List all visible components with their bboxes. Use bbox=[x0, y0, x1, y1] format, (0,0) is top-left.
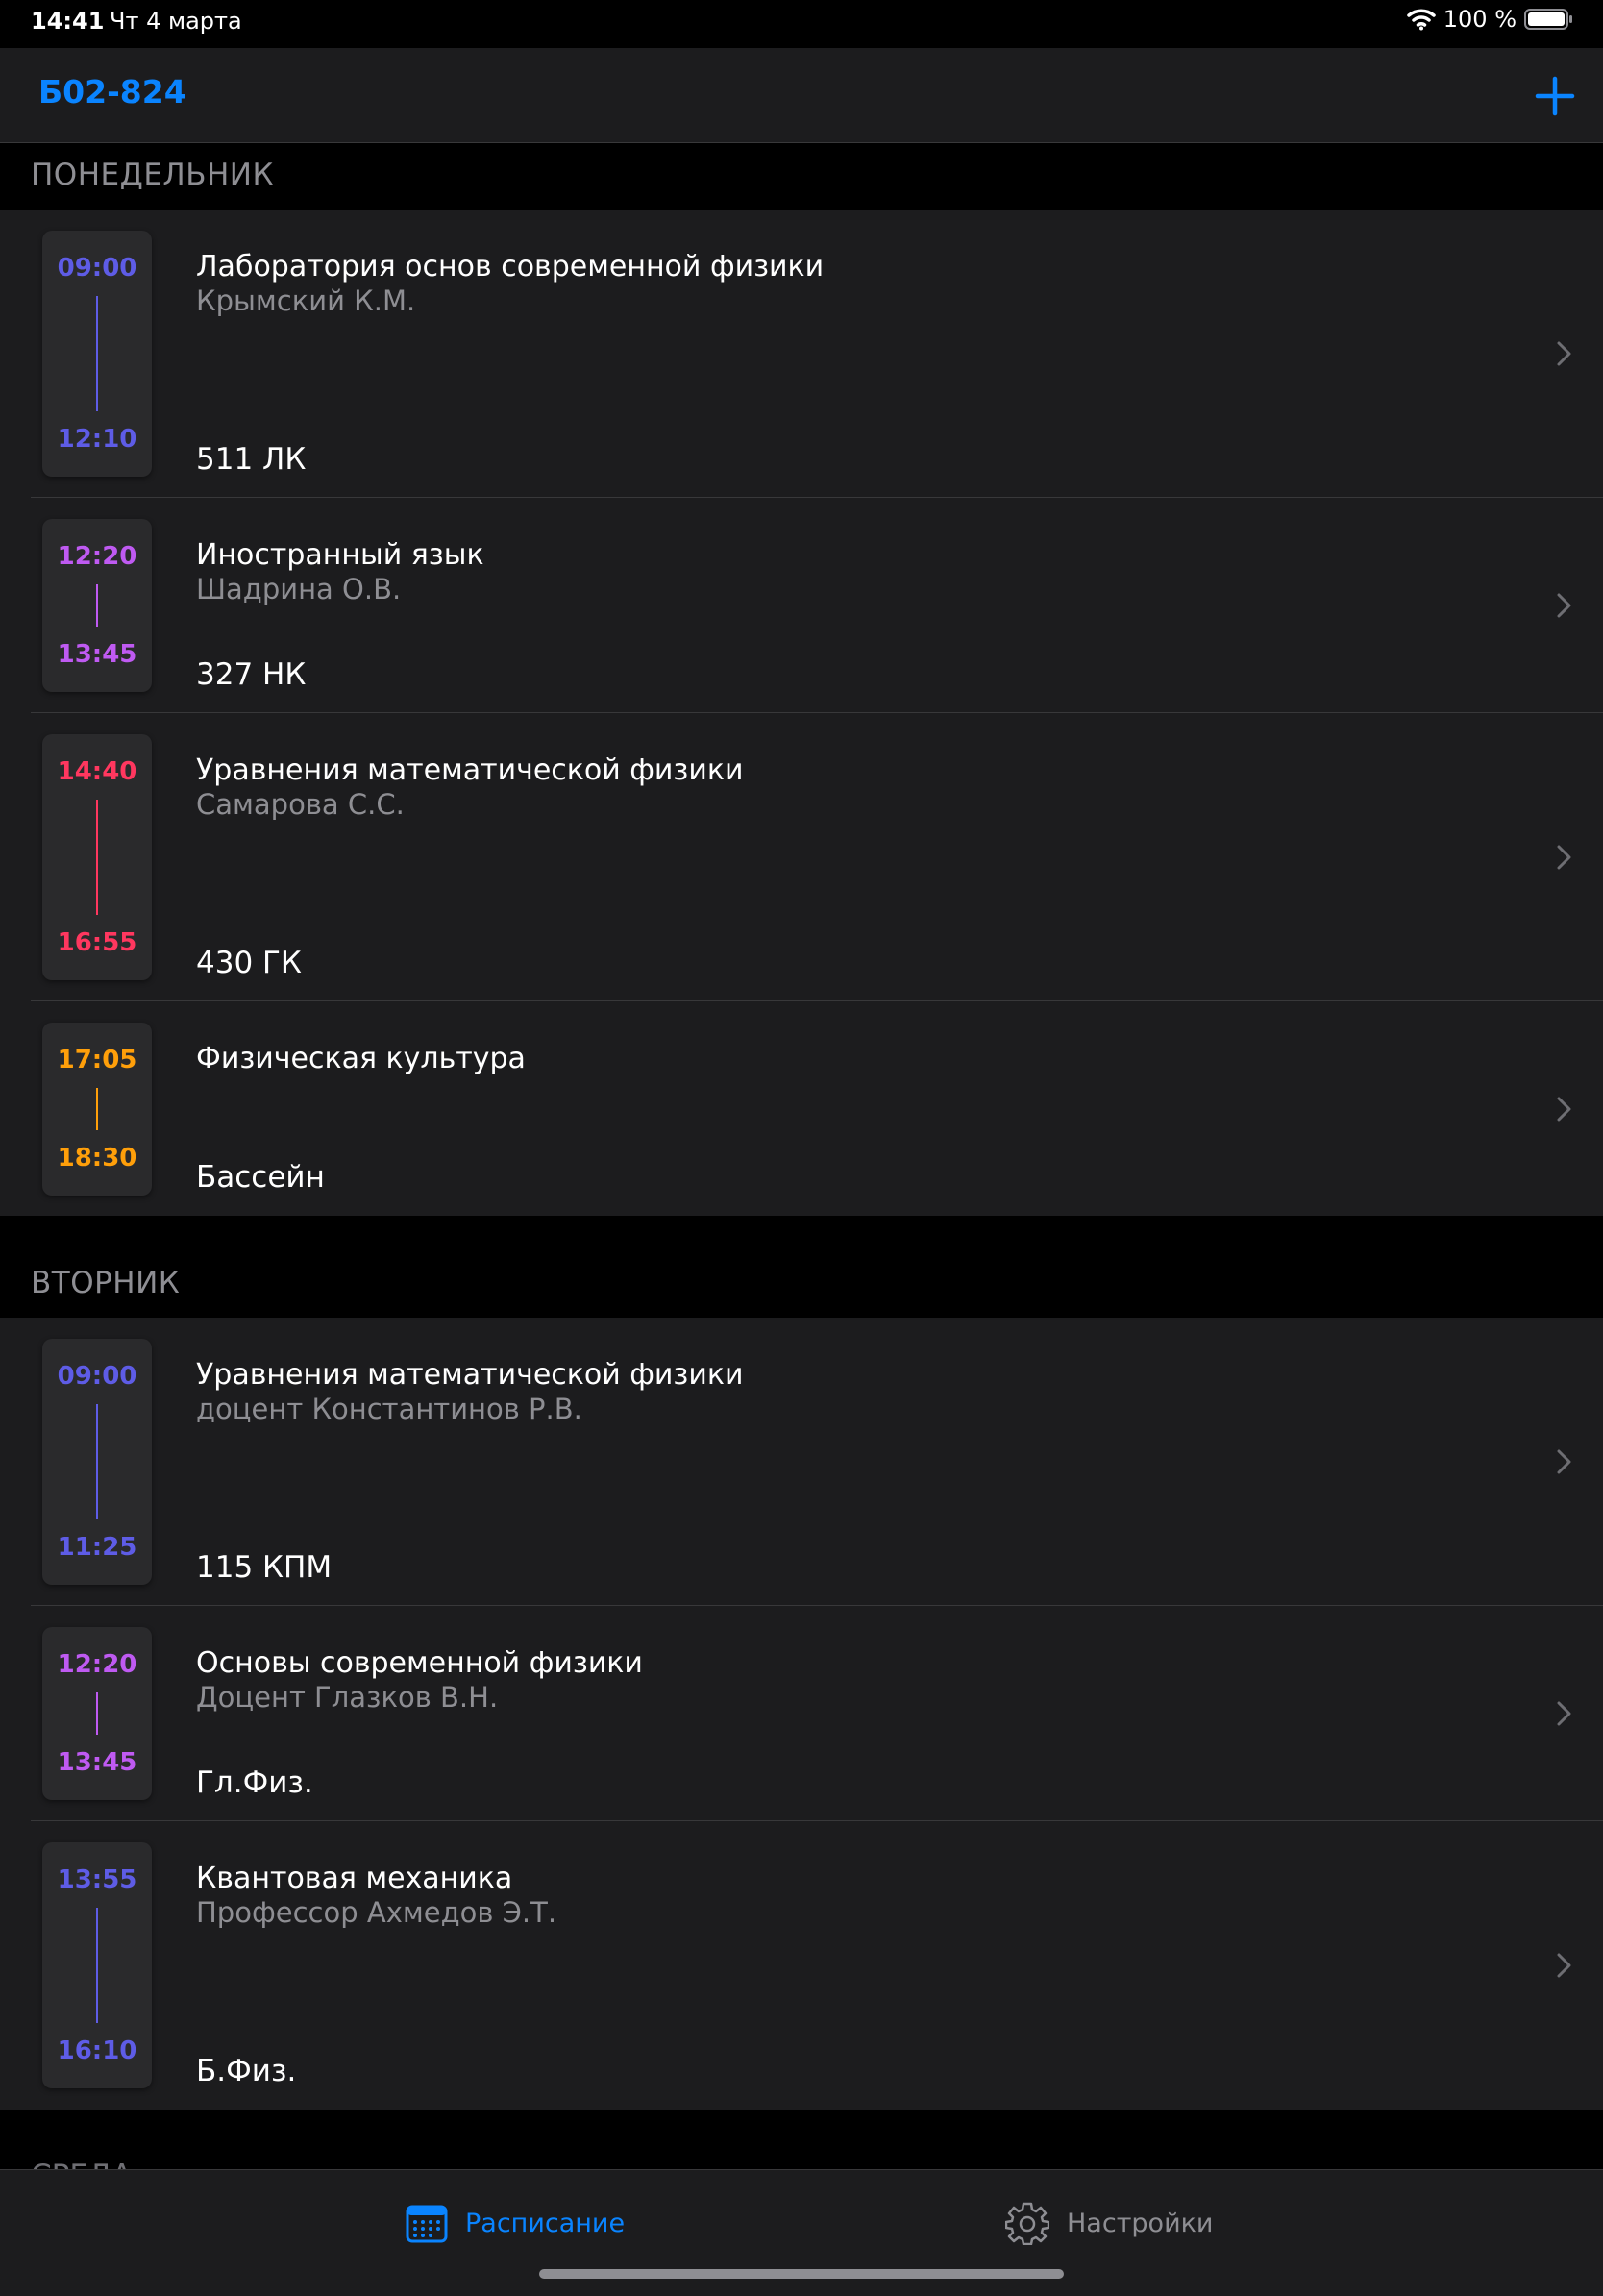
section-header-monday: ПОНЕДЕЛЬНИК bbox=[31, 158, 275, 192]
battery-percent: 100 % bbox=[1443, 6, 1517, 33]
start-time: 17:05 bbox=[57, 1046, 137, 1074]
tab-settings[interactable]: Настройки bbox=[1005, 2199, 1213, 2247]
chevron-right-icon bbox=[1557, 1953, 1571, 1978]
lesson-list-monday: 09:00 12:10 Лаборатория основ современно… bbox=[0, 210, 1603, 1216]
start-time: 14:40 bbox=[57, 757, 137, 786]
lesson-row[interactable]: 13:55 16:10 Квантовая механика Профессор… bbox=[0, 1821, 1603, 2110]
end-time: 18:30 bbox=[57, 1144, 137, 1173]
lesson-teacher: Профессор Ахмедов Э.Т. bbox=[196, 1896, 557, 1929]
time-card: 12:20 13:45 bbox=[42, 1627, 152, 1800]
start-time: 12:20 bbox=[57, 542, 137, 571]
lesson-subject: Иностранный язык bbox=[196, 538, 484, 572]
end-time: 16:55 bbox=[57, 928, 137, 957]
time-range-line bbox=[96, 1908, 98, 2023]
status-time: 14:41 bbox=[31, 8, 105, 35]
lesson-room: 327 НК bbox=[196, 657, 307, 692]
time-range-line bbox=[96, 584, 98, 627]
navigation-bar: Б02-824 bbox=[0, 48, 1603, 143]
section-header-tuesday: ВТОРНИК bbox=[31, 1266, 181, 1300]
end-time: 13:45 bbox=[57, 640, 137, 669]
lesson-row[interactable]: 09:00 11:25 Уравнения математической физ… bbox=[0, 1318, 1603, 1606]
chevron-right-icon bbox=[1557, 845, 1571, 870]
start-time: 12:20 bbox=[57, 1650, 137, 1679]
lesson-subject: Квантовая механика bbox=[196, 1862, 513, 1895]
time-range-line bbox=[96, 800, 98, 915]
time-range-line bbox=[96, 1404, 98, 1519]
end-time: 11:25 bbox=[57, 1533, 137, 1562]
chevron-right-icon bbox=[1557, 1449, 1571, 1474]
chevron-right-icon bbox=[1557, 1097, 1571, 1121]
time-card: 13:55 16:10 bbox=[42, 1842, 152, 2088]
lesson-teacher: Самарова С.С. bbox=[196, 788, 405, 821]
chevron-right-icon bbox=[1557, 1701, 1571, 1726]
chevron-right-icon bbox=[1557, 593, 1571, 618]
home-indicator[interactable] bbox=[539, 2269, 1064, 2279]
tab-schedule[interactable]: Расписание bbox=[406, 2199, 625, 2247]
time-card: 12:20 13:45 bbox=[42, 519, 152, 692]
lesson-subject: Уравнения математической физики bbox=[196, 753, 744, 787]
tab-label: Настройки bbox=[1067, 2208, 1214, 2238]
time-card: 09:00 12:10 bbox=[42, 231, 152, 477]
chevron-right-icon bbox=[1557, 341, 1571, 366]
time-range-line bbox=[96, 1692, 98, 1735]
lesson-subject: Основы современной физики bbox=[196, 1646, 643, 1680]
lesson-room: 430 ГК bbox=[196, 946, 302, 980]
status-bar: 14:41 Чт 4 марта 100 % bbox=[0, 0, 1603, 48]
gear-icon bbox=[1005, 2202, 1049, 2245]
wifi-icon bbox=[1407, 9, 1436, 31]
end-time: 12:10 bbox=[57, 425, 137, 454]
lesson-room: Бассейн bbox=[196, 1160, 325, 1195]
end-time: 16:10 bbox=[57, 2037, 137, 2065]
lesson-room: 115 КПМ bbox=[196, 1550, 333, 1585]
lesson-teacher: Шадрина О.В. bbox=[196, 573, 402, 605]
battery-icon bbox=[1524, 9, 1572, 30]
lesson-row[interactable]: 12:20 13:45 Основы современной физики До… bbox=[0, 1606, 1603, 1821]
start-time: 09:00 bbox=[57, 1362, 137, 1391]
lesson-room: Гл.Физ. bbox=[196, 1765, 313, 1800]
lesson-room: Б.Физ. bbox=[196, 2054, 297, 2088]
status-date: Чт 4 марта bbox=[110, 8, 242, 35]
time-range-line bbox=[96, 296, 98, 411]
time-range-line bbox=[96, 1088, 98, 1130]
time-card: 09:00 11:25 bbox=[42, 1339, 152, 1585]
lesson-row[interactable]: 12:20 13:45 Иностранный язык Шадрина О.В… bbox=[0, 498, 1603, 713]
start-time: 09:00 bbox=[57, 254, 137, 283]
lesson-teacher: Крымский К.М. bbox=[196, 284, 416, 317]
start-time: 13:55 bbox=[57, 1865, 137, 1894]
end-time: 13:45 bbox=[57, 1748, 137, 1777]
lesson-row[interactable]: 09:00 12:10 Лаборатория основ современно… bbox=[0, 210, 1603, 498]
tab-label: Расписание bbox=[465, 2208, 626, 2238]
lesson-subject: Уравнения математической физики bbox=[196, 1358, 744, 1392]
lesson-list-tuesday: 09:00 11:25 Уравнения математической физ… bbox=[0, 1318, 1603, 2110]
time-card: 17:05 18:30 bbox=[42, 1023, 152, 1196]
lesson-row[interactable]: 14:40 16:55 Уравнения математической физ… bbox=[0, 713, 1603, 1001]
lesson-room: 511 ЛК bbox=[196, 442, 307, 477]
lesson-subject: Лаборатория основ современной физики bbox=[196, 250, 825, 284]
status-right: 100 % bbox=[1407, 6, 1574, 33]
add-icon[interactable] bbox=[1528, 69, 1582, 123]
lesson-teacher: Доцент Глазков В.Н. bbox=[196, 1681, 499, 1714]
lesson-row[interactable]: 17:05 18:30 Физическая культура Бассейн bbox=[0, 1001, 1603, 1216]
group-title[interactable]: Б02-824 bbox=[38, 73, 186, 111]
lesson-teacher: доцент Константинов Р.В. bbox=[196, 1393, 582, 1425]
calendar-icon bbox=[406, 2205, 448, 2243]
lesson-subject: Физическая культура bbox=[196, 1042, 526, 1075]
time-card: 14:40 16:55 bbox=[42, 734, 152, 980]
